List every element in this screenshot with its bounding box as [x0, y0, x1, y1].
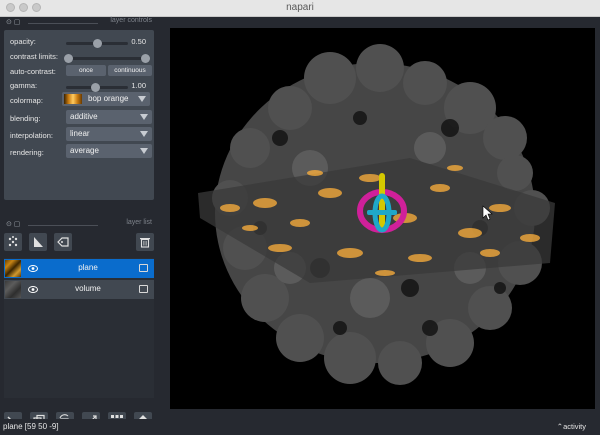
- layer-controls-header: ⊙ ▢ layer controls: [0, 17, 160, 29]
- interpolation-label: interpolation:: [10, 131, 53, 140]
- rendering-value: average: [70, 146, 99, 155]
- chevron-down-icon: [140, 114, 148, 120]
- opacity-label: opacity:: [10, 37, 36, 46]
- delete-layer-button[interactable]: [136, 233, 154, 251]
- layer-thumbnail: [5, 281, 21, 298]
- chevron-down-icon: [140, 131, 148, 137]
- volume-render[interactable]: [170, 28, 595, 409]
- layer-list-header: ⊙ ▢ layer list: [0, 219, 160, 231]
- activity-button[interactable]: ⌃activity: [557, 422, 586, 431]
- rendering-select[interactable]: average: [66, 144, 152, 158]
- image-layer-icon: [139, 264, 148, 272]
- gamma-value: 1.00: [131, 81, 146, 90]
- contrast-limits-slider[interactable]: [64, 54, 150, 63]
- dock-float-icon[interactable]: ⊙ ▢: [6, 220, 20, 228]
- interpolation-row: interpolation: linear: [4, 127, 154, 143]
- layer-thumbnail: [5, 260, 21, 277]
- shapes-icon: [34, 237, 43, 247]
- colormap-label: colormap:: [10, 96, 43, 105]
- layer-controls-title: layer controls: [110, 17, 152, 24]
- auto-contrast-once-button[interactable]: once: [66, 65, 106, 76]
- layer-list: plane volume: [4, 258, 154, 398]
- image-layer-icon: [139, 285, 148, 293]
- colormap-value: bop orange: [88, 94, 129, 103]
- header-divider: [28, 225, 98, 226]
- status-bar: plane [59 50 -9] ⌃activity: [0, 419, 600, 435]
- viewer-canvas[interactable]: [170, 28, 595, 409]
- opacity-slider[interactable]: [66, 39, 128, 48]
- rendering-label: rendering:: [10, 148, 44, 157]
- contrast-limits-label: contrast limits:: [10, 52, 58, 61]
- left-dock: ⊙ ▢ layer controls opacity: 0.50 contras…: [0, 17, 160, 430]
- interpolation-value: linear: [70, 129, 90, 138]
- gamma-slider[interactable]: [66, 83, 128, 92]
- dock-float-icon[interactable]: ⊙ ▢: [6, 18, 20, 26]
- gamma-label: gamma:: [10, 81, 38, 90]
- eye-icon[interactable]: [28, 265, 38, 272]
- new-shapes-button[interactable]: [29, 233, 47, 251]
- colormap-swatch: [64, 94, 82, 104]
- opacity-row: opacity: 0.50: [4, 34, 154, 50]
- layer-row-plane[interactable]: plane: [4, 259, 154, 278]
- blending-label: blending:: [10, 114, 41, 123]
- title-bar: napari: [0, 0, 600, 17]
- auto-contrast-label: auto-contrast:: [10, 67, 56, 76]
- window-title: napari: [286, 2, 314, 13]
- header-divider: [28, 23, 98, 24]
- tag-icon: [57, 237, 69, 247]
- interpolation-select[interactable]: linear: [66, 127, 152, 141]
- eye-icon[interactable]: [28, 286, 38, 293]
- chevron-down-icon: [140, 148, 148, 154]
- layer-list-title: layer list: [126, 219, 152, 226]
- layer-name[interactable]: volume: [44, 284, 132, 293]
- layer-buttons: [4, 233, 154, 255]
- status-text: plane [59 50 -9]: [3, 422, 59, 431]
- layer-row-volume[interactable]: volume: [4, 280, 154, 299]
- opacity-slider-handle[interactable]: [93, 39, 102, 48]
- colormap-row: colormap: bop orange: [4, 92, 154, 108]
- auto-contrast-continuous-button[interactable]: continuous: [108, 65, 152, 76]
- chevron-down-icon: [138, 96, 146, 102]
- blending-value: additive: [70, 112, 98, 121]
- layer-name[interactable]: plane: [44, 263, 132, 272]
- new-labels-button[interactable]: [54, 233, 72, 251]
- layer-controls-panel: opacity: 0.50 contrast limits: auto-cont…: [4, 30, 154, 200]
- new-points-button[interactable]: [4, 233, 22, 251]
- trash-icon: [140, 238, 150, 248]
- gamma-slider-handle[interactable]: [91, 83, 100, 92]
- rendering-row: rendering: average: [4, 144, 154, 160]
- contrast-max-handle[interactable]: [141, 54, 150, 63]
- colormap-select[interactable]: bop orange: [62, 92, 150, 106]
- contrast-limits-row: contrast limits:: [4, 49, 154, 65]
- blending-row: blending: additive: [4, 110, 154, 126]
- blending-select[interactable]: additive: [66, 110, 152, 124]
- contrast-min-handle[interactable]: [64, 54, 73, 63]
- activity-label: activity: [563, 422, 586, 431]
- points-icon: [8, 236, 18, 247]
- opacity-value: 0.50: [131, 37, 146, 46]
